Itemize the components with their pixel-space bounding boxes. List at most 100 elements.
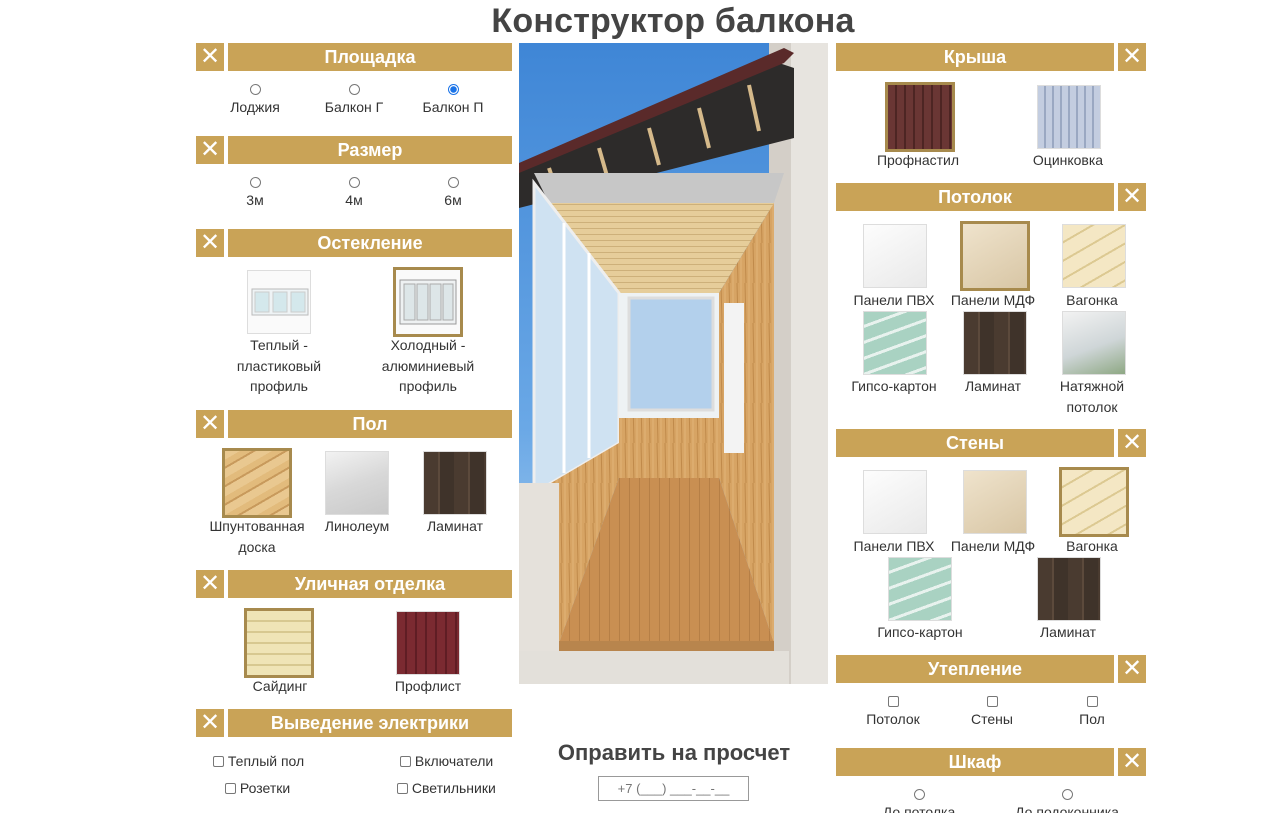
radio-button[interactable] xyxy=(447,177,459,188)
plastic-window-icon[interactable] xyxy=(247,270,311,334)
laminate-swatch[interactable] xyxy=(1037,557,1101,621)
close-icon[interactable]: ✕ xyxy=(1118,429,1146,457)
section-title-insulation: Утепление xyxy=(836,655,1114,683)
mdf-panel-swatch[interactable] xyxy=(963,470,1027,534)
checkbox[interactable] xyxy=(225,783,236,794)
roof-label-corrugated[interactable]: Профнастил xyxy=(868,150,968,171)
radio-button[interactable] xyxy=(249,84,261,95)
close-icon[interactable]: ✕ xyxy=(1118,43,1146,71)
radio-size-6m[interactable]: 6м xyxy=(413,177,493,210)
close-icon[interactable]: ✕ xyxy=(196,136,224,164)
checkbox-insulate-floor[interactable]: Пол xyxy=(1052,696,1132,729)
ceiling-label-stretch[interactable]: Натяжной потолок xyxy=(1046,376,1138,417)
ceiling-label-drywall[interactable]: Гипсо-картон xyxy=(846,376,942,397)
ceiling-label-mdf[interactable]: Панели МДФ xyxy=(946,290,1040,311)
radio-button[interactable] xyxy=(913,789,925,800)
radio-closet-to-ceiling[interactable]: До потолка xyxy=(864,789,974,813)
option-label: Потолок xyxy=(866,711,920,727)
checkbox-lights[interactable]: Светильники xyxy=(397,778,507,798)
close-icon[interactable]: ✕ xyxy=(196,410,224,438)
balcony-preview-image xyxy=(519,43,828,684)
option-label: Розетки xyxy=(239,780,291,796)
phone-input[interactable] xyxy=(598,776,749,801)
walls-label-pvc[interactable]: Панели ПВХ xyxy=(848,536,940,557)
close-icon[interactable]: ✕ xyxy=(196,43,224,71)
pvc-panel-swatch[interactable] xyxy=(863,224,927,288)
drywall-swatch[interactable] xyxy=(888,557,952,621)
exterior-label-siding[interactable]: Сайдинг xyxy=(230,676,330,697)
section-title-floor: Пол xyxy=(228,410,512,438)
glazing-label-plastic[interactable]: Теплый - пластиковый профиль xyxy=(219,335,339,397)
floor-label-board[interactable]: Шпунтованная доска xyxy=(200,516,314,557)
option-label: Стены xyxy=(971,711,1013,727)
section-title-roof: Крыша xyxy=(836,43,1114,71)
checkbox[interactable] xyxy=(400,756,411,767)
laminate-swatch[interactable] xyxy=(963,311,1027,375)
lining-board-swatch[interactable] xyxy=(1059,467,1129,537)
label-line: потолок xyxy=(1066,398,1118,415)
close-icon[interactable]: ✕ xyxy=(196,709,224,737)
stretch-ceiling-swatch[interactable] xyxy=(1062,311,1126,375)
profiled-sheet-swatch[interactable] xyxy=(396,611,460,675)
close-icon[interactable]: ✕ xyxy=(1118,655,1146,683)
checkbox[interactable] xyxy=(397,783,408,794)
roof-label-galvanized[interactable]: Оцинковка xyxy=(1018,150,1118,171)
checkbox-sockets[interactable]: Розетки xyxy=(225,778,335,798)
ceiling-label-lining[interactable]: Вагонка xyxy=(1048,290,1136,311)
checkbox-switches[interactable]: Включатели xyxy=(400,751,510,771)
radio-platform-balcony-p[interactable]: Балкон П xyxy=(413,84,493,117)
radio-button-checked[interactable] xyxy=(447,84,459,95)
order-title: Оправить на просчет xyxy=(557,740,791,765)
section-title-walls: Стены xyxy=(836,429,1114,457)
radio-button[interactable] xyxy=(1061,789,1073,800)
exterior-label-profiled-sheet[interactable]: Профлист xyxy=(378,676,478,697)
checkbox[interactable] xyxy=(986,696,998,707)
radio-button[interactable] xyxy=(249,177,261,188)
checkbox-insulate-ceiling[interactable]: Потолок xyxy=(853,696,933,729)
close-icon[interactable]: ✕ xyxy=(1118,183,1146,211)
checkbox[interactable] xyxy=(1086,696,1098,707)
walls-label-lining[interactable]: Вагонка xyxy=(1048,536,1136,557)
lining-board-swatch[interactable] xyxy=(1062,224,1126,288)
pvc-panel-swatch[interactable] xyxy=(863,470,927,534)
close-icon[interactable]: ✕ xyxy=(1118,748,1146,776)
radio-platform-balcony-g[interactable]: Балкон Г xyxy=(314,84,394,117)
mdf-panel-swatch[interactable] xyxy=(960,221,1030,291)
checkbox[interactable] xyxy=(887,696,899,707)
laminate-swatch[interactable] xyxy=(423,451,487,515)
ceiling-label-pvc[interactable]: Панели ПВХ xyxy=(848,290,940,311)
walls-label-mdf[interactable]: Панели МДФ xyxy=(946,536,1040,557)
radio-size-4m[interactable]: 4м xyxy=(314,177,394,210)
checkbox[interactable] xyxy=(213,756,224,767)
walls-label-laminate[interactable]: Ламинат xyxy=(1018,622,1118,643)
option-label: 4м xyxy=(345,192,363,208)
floor-label-linoleum[interactable]: Линолеум xyxy=(312,516,402,537)
walls-label-drywall[interactable]: Гипсо-картон xyxy=(870,622,970,643)
linoleum-swatch[interactable] xyxy=(325,451,389,515)
radio-button[interactable] xyxy=(348,177,360,188)
siding-swatch[interactable] xyxy=(244,608,314,678)
aluminium-window-icon[interactable] xyxy=(393,267,463,337)
close-icon[interactable]: ✕ xyxy=(196,229,224,257)
section-title-exterior: Уличная отделка xyxy=(228,570,512,598)
option-label: Балкон П xyxy=(422,99,484,115)
floor-label-laminate[interactable]: Ламинат xyxy=(410,516,500,537)
ceiling-label-laminate[interactable]: Ламинат xyxy=(948,376,1038,397)
option-label: Балкон Г xyxy=(324,99,384,115)
radio-size-3m[interactable]: 3м xyxy=(215,177,295,210)
checkbox-insulate-walls[interactable]: Стены xyxy=(952,696,1032,729)
checkbox-heated-floor[interactable]: Теплый пол xyxy=(213,751,323,771)
label-line: пластиковый xyxy=(236,357,322,374)
galvanized-swatch[interactable] xyxy=(1037,85,1101,149)
close-icon[interactable]: ✕ xyxy=(196,570,224,598)
radio-button[interactable] xyxy=(348,84,360,95)
corrugated-sheet-swatch[interactable] xyxy=(885,82,955,152)
drywall-swatch[interactable] xyxy=(863,311,927,375)
radio-closet-to-windowsill[interactable]: До подоконника xyxy=(1002,789,1132,813)
option-label: Включатели xyxy=(414,753,494,769)
tongue-groove-board-swatch[interactable] xyxy=(222,448,292,518)
glazing-label-aluminium[interactable]: Холодный - алюминиевый профиль xyxy=(368,335,488,397)
radio-platform-loggia[interactable]: Лоджия xyxy=(215,84,295,117)
option-label: 6м xyxy=(444,192,462,208)
option-label: До потолка xyxy=(882,804,956,813)
